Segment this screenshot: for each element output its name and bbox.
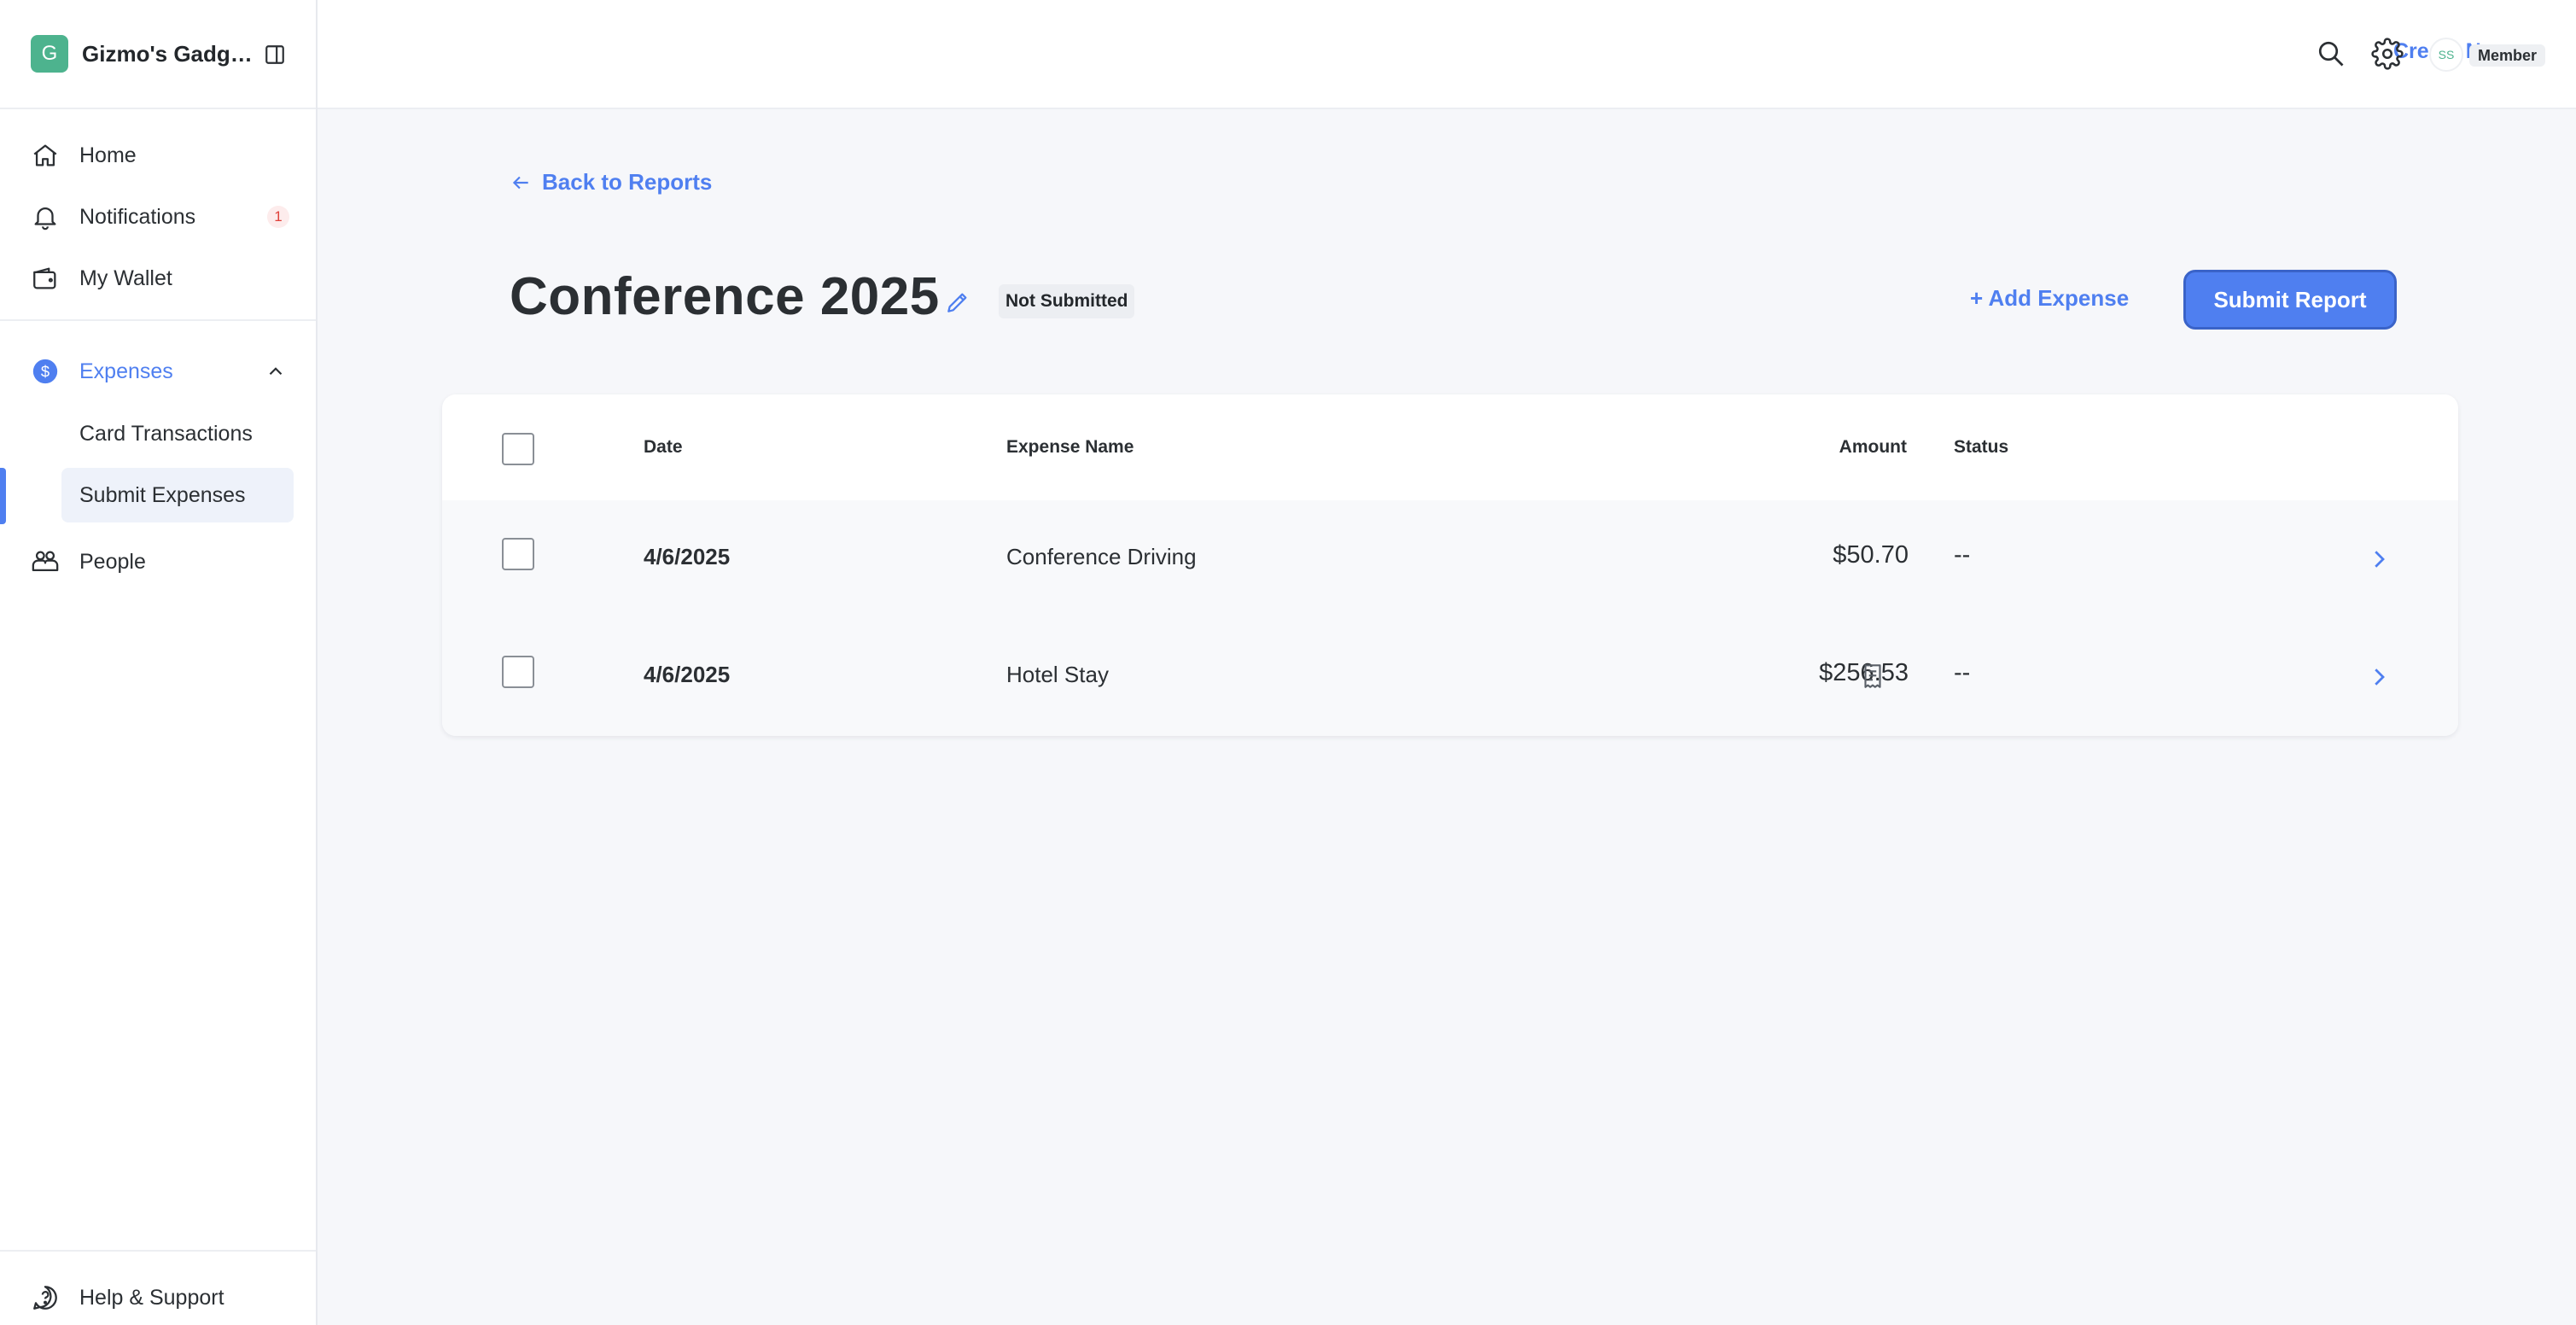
sidebar-item-label: Home <box>79 143 137 167</box>
add-expense-button[interactable]: + Add Expense <box>1970 285 2129 312</box>
sidebar-item-label: Help & Support <box>79 1285 224 1310</box>
arrow-left-icon <box>512 176 528 189</box>
row-date: 4/6/2025 <box>644 544 731 569</box>
row-expense-name: Hotel Stay <box>1006 662 1109 687</box>
dollar-icon: $ <box>31 357 60 386</box>
back-link-label: Back to Reports <box>542 169 713 195</box>
row-checkbox[interactable] <box>502 538 534 570</box>
wallet-icon <box>31 264 60 293</box>
column-header-expense-name: Expense Name <box>1006 437 1134 457</box>
submit-report-button[interactable]: Submit Report <box>2183 270 2397 330</box>
row-checkbox[interactable] <box>502 656 534 688</box>
svg-text:$: $ <box>41 362 50 380</box>
receipt-icon[interactable] <box>1858 662 1887 691</box>
column-header-status: Status <box>1954 437 2009 457</box>
chevron-right-icon[interactable] <box>2366 546 2392 572</box>
sidebar-item-notifications[interactable]: Notifications 1 <box>0 191 316 242</box>
chevron-right-icon[interactable] <box>2366 664 2392 690</box>
sidebar-toggle-icon[interactable] <box>264 44 286 66</box>
row-expense-name: Conference Driving <box>1006 544 1197 569</box>
user-avatar[interactable]: SS <box>2429 38 2463 72</box>
sidebar-item-my-wallet[interactable]: My Wallet <box>0 253 316 304</box>
org-name: Gizmo's Gadgets <box>82 40 253 67</box>
row-date: 4/6/2025 <box>644 662 731 687</box>
sidebar-item-expenses[interactable]: $ Expenses <box>0 346 316 397</box>
select-all-checkbox[interactable] <box>502 433 534 465</box>
sidebar-subitem-submit-expenses[interactable]: Submit Expenses <box>61 468 294 522</box>
sidebar-subitem-card-transactions[interactable]: Card Transactions <box>61 406 294 461</box>
home-icon <box>31 141 60 170</box>
sidebar-item-label: Notifications <box>79 204 196 229</box>
table-row[interactable]: 4/6/2025 Conference Driving $50.70 -- <box>442 500 2458 618</box>
expenses-table: Date Expense Name Amount Status 4/6/2025… <box>442 394 2458 736</box>
help-icon <box>31 1283 60 1312</box>
column-header-date: Date <box>644 437 683 457</box>
bell-icon <box>31 202 60 231</box>
sidebar: G Gizmo's Gadgets Home Notifications 1 M… <box>0 0 318 1325</box>
sidebar-item-label: My Wallet <box>79 266 172 290</box>
role-badge: Member <box>2469 44 2546 67</box>
notification-count-badge: 1 <box>267 206 289 228</box>
chevron-up-icon[interactable] <box>265 360 287 382</box>
org-logo: G <box>31 35 68 73</box>
active-indicator <box>0 468 6 524</box>
sidebar-divider <box>0 319 316 321</box>
sidebar-item-label: Expenses <box>79 359 173 383</box>
gear-icon[interactable] <box>2371 38 2404 70</box>
people-icon <box>31 547 60 576</box>
sidebar-divider <box>0 1250 316 1252</box>
column-header-amount: Amount <box>1839 437 1907 457</box>
pencil-icon[interactable] <box>944 289 971 316</box>
sidebar-item-help-support[interactable]: Help & Support <box>0 1272 316 1323</box>
page-title: Conference 2025 <box>510 267 940 326</box>
sidebar-item-people[interactable]: People <box>0 536 316 587</box>
top-bar: Create New + <box>318 0 2576 109</box>
report-status-badge: Not Submitted <box>999 284 1135 318</box>
sidebar-item-label: People <box>79 549 146 574</box>
sidebar-item-home[interactable]: Home <box>0 130 316 181</box>
back-to-reports-link[interactable]: Back to Reports <box>510 169 712 196</box>
row-status: -- <box>1954 541 1971 569</box>
search-icon[interactable] <box>2315 38 2347 70</box>
row-amount: $50.70 <box>1833 541 1909 569</box>
row-status: -- <box>1954 659 1971 686</box>
table-row[interactable]: 4/6/2025 Hotel Stay $256.53 -- <box>442 618 2458 736</box>
